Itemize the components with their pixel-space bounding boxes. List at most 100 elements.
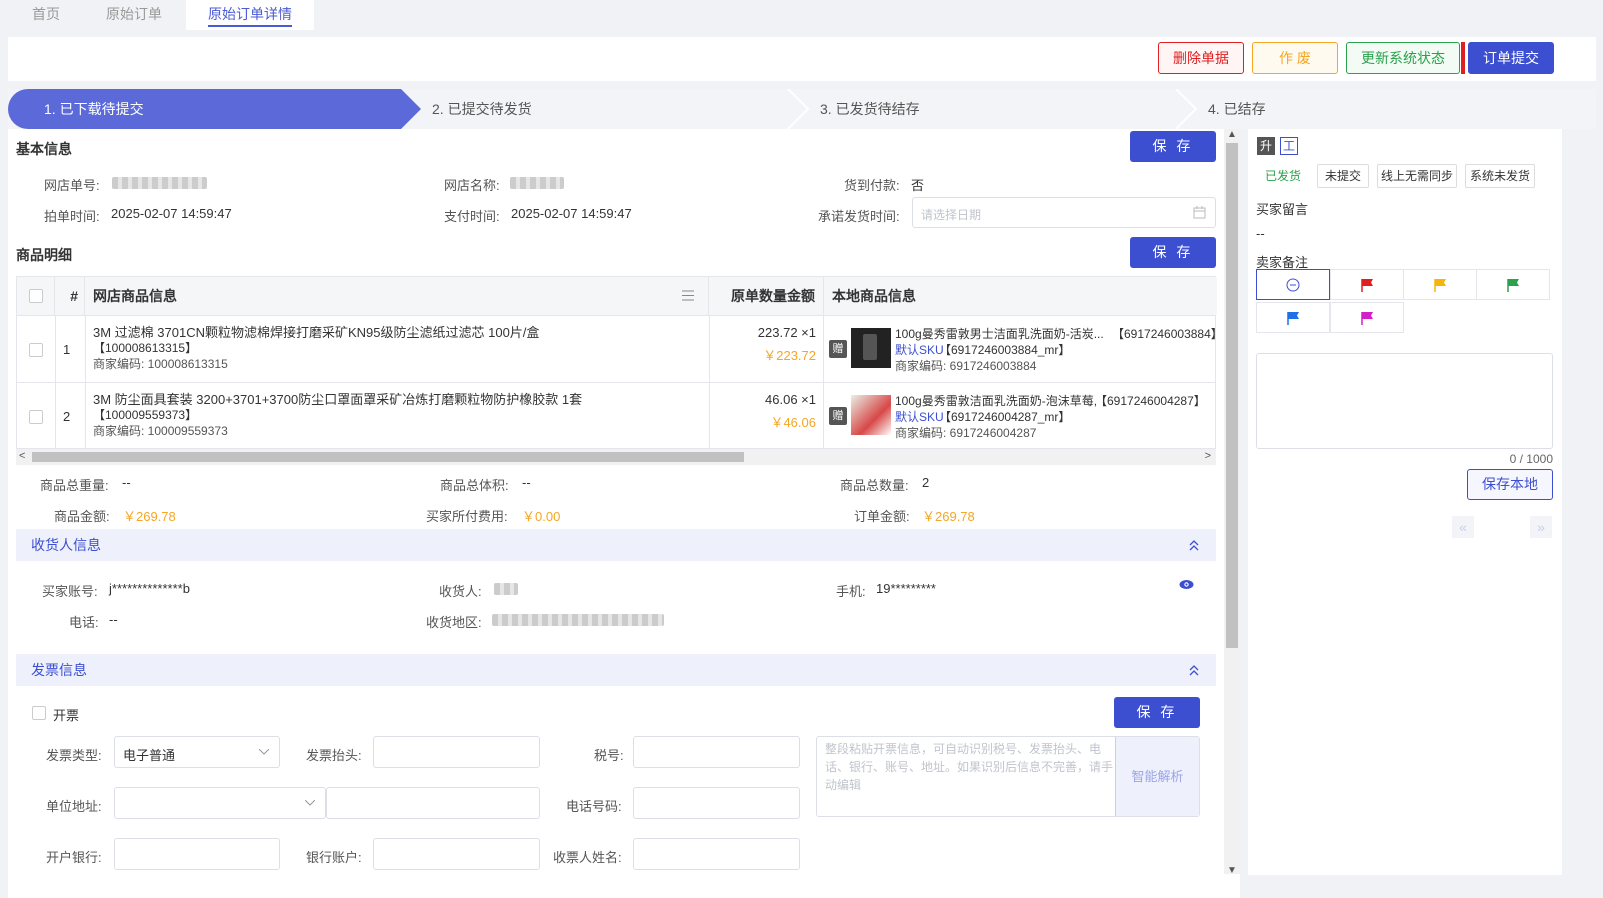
invoice-type-select[interactable]: 电子普通 bbox=[114, 736, 280, 768]
scroll-down-icon[interactable]: ▼ bbox=[1227, 865, 1237, 876]
invoice-type-value: 电子普通 bbox=[123, 748, 176, 763]
eye-icon[interactable] bbox=[1179, 579, 1194, 590]
cod-value: 否 bbox=[911, 178, 925, 193]
flag-purple-option[interactable] bbox=[1330, 302, 1404, 333]
scroll-right-icon[interactable]: > bbox=[1205, 450, 1211, 462]
collapse-icon[interactable] bbox=[1188, 539, 1200, 551]
local-product-name: 100g曼秀雷敦洁面乳洗面奶-泡沫草莓, bbox=[895, 394, 1098, 408]
update-status-button[interactable]: 更新系统状态 bbox=[1346, 42, 1460, 74]
delete-button[interactable]: 删除单据 bbox=[1158, 42, 1244, 74]
goods-title: 商品明细 bbox=[16, 247, 72, 263]
tel-label: 电话: bbox=[69, 615, 99, 630]
progress-steps: 1. 已下载待提交 2. 已提交待发货 3. 已发货待结存 4. 已结存 bbox=[8, 89, 1596, 129]
weight-label: 商品总重量: bbox=[40, 478, 109, 493]
flag-blue-option[interactable] bbox=[1256, 302, 1330, 333]
order-time-value: 2025-02-07 14:59:47 bbox=[111, 206, 232, 221]
submit-order-button[interactable]: 订单提交 bbox=[1468, 42, 1554, 74]
tax-label: 税号: bbox=[594, 748, 624, 763]
red-marker bbox=[1461, 42, 1465, 74]
product-thumbnail bbox=[851, 328, 891, 368]
select-all-checkbox[interactable] bbox=[29, 289, 43, 303]
volume-label: 商品总体积: bbox=[440, 478, 509, 493]
receiver-name-label: 收货人: bbox=[439, 584, 482, 599]
flag-red-option[interactable] bbox=[1330, 269, 1404, 300]
shop-order-value bbox=[112, 174, 207, 189]
sku-code: 【6917246003884_mr】 bbox=[939, 343, 1071, 357]
header-local-info: 本地商品信息 bbox=[824, 277, 1217, 315]
tab-home[interactable]: 首页 bbox=[32, 0, 60, 30]
bank-label: 开户银行: bbox=[46, 850, 102, 865]
pay-time-label: 支付时间: bbox=[444, 209, 500, 224]
invoice-save-button[interactable]: 保 存 bbox=[1114, 697, 1200, 728]
goods-amount-label: 商品金额: bbox=[54, 509, 110, 524]
hscroll-thumb[interactable] bbox=[32, 452, 744, 462]
prev-icon[interactable]: « bbox=[1452, 516, 1474, 538]
tab-bar: 首页 原始订单 原始订单详情 bbox=[0, 0, 1603, 30]
shop-name-label: 网店名称: bbox=[444, 178, 500, 193]
save-local-button[interactable]: 保存本地 bbox=[1467, 469, 1553, 500]
area-value bbox=[492, 611, 664, 626]
basic-save-button[interactable]: 保 存 bbox=[1130, 131, 1216, 162]
note-counter: 0 / 1000 bbox=[1509, 452, 1553, 466]
menu-icon[interactable] bbox=[682, 290, 694, 301]
table-row: 1 3M 过滤棉 3701CN颗粒物滤棉焊接打磨采矿KN95级防尘滤纸过滤芯 1… bbox=[17, 315, 1223, 383]
receiver-title: 收货人信息 bbox=[31, 537, 101, 553]
tab-raw-orders[interactable]: 原始订单 bbox=[106, 0, 162, 30]
sku-link[interactable]: 默认SKU bbox=[895, 341, 944, 358]
address-label: 单位地址: bbox=[46, 799, 102, 814]
invoice-phone-input[interactable] bbox=[633, 787, 800, 819]
next-icon[interactable]: » bbox=[1530, 516, 1552, 538]
chevron-down-icon bbox=[305, 800, 315, 806]
mode-b-button[interactable]: 工 bbox=[1280, 137, 1298, 155]
flag-none-option[interactable] bbox=[1256, 269, 1330, 300]
buyer-account-label: 买家账号: bbox=[42, 584, 98, 599]
address-input[interactable] bbox=[326, 787, 540, 819]
scroll-up-icon[interactable]: ▲ bbox=[1227, 129, 1237, 140]
basic-info-title: 基本信息 bbox=[16, 141, 72, 157]
order-amount-value: ￥269.78 bbox=[922, 509, 975, 524]
void-button[interactable]: 作 废 bbox=[1252, 42, 1338, 74]
bank-account-input[interactable] bbox=[373, 838, 540, 870]
tax-input[interactable] bbox=[633, 736, 800, 768]
status-tag-unsubmitted: 未提交 bbox=[1317, 164, 1369, 188]
tab-raw-order-detail[interactable]: 原始订单详情 bbox=[186, 0, 314, 30]
flag-yellow-option[interactable] bbox=[1403, 269, 1477, 300]
header-shop-info-label: 网店商品信息 bbox=[93, 288, 177, 304]
invoice-receiver-input[interactable] bbox=[633, 838, 800, 870]
vscroll-thumb[interactable] bbox=[1226, 143, 1238, 648]
address-region-select[interactable] bbox=[114, 787, 326, 819]
invoice-receiver-label: 收票人姓名: bbox=[553, 850, 622, 865]
smart-parse-button[interactable]: 智能解析 bbox=[1115, 737, 1199, 816]
invoice-title: 发票信息 bbox=[31, 662, 87, 678]
table-row: 2 3M 防尘面具套装 3200+3701+3700防尘口罩面罩采矿冶炼打磨颗粒… bbox=[17, 382, 1215, 450]
bank-account-label: 银行账户: bbox=[306, 850, 362, 865]
mode-a-button[interactable]: 升 bbox=[1257, 137, 1275, 155]
invoice-checkbox[interactable] bbox=[32, 706, 46, 720]
area-label: 收货地区: bbox=[426, 615, 482, 630]
step-2: 2. 已提交待发货 bbox=[432, 101, 532, 117]
row-checkbox[interactable] bbox=[29, 343, 43, 357]
seller-note-textarea[interactable] bbox=[1256, 353, 1553, 449]
table-hscrollbar[interactable]: < > bbox=[16, 449, 1216, 465]
step-1: 1. 已下载待提交 bbox=[44, 101, 144, 117]
promise-date-picker[interactable]: 请选择日期 bbox=[912, 197, 1216, 228]
receiver-section-header[interactable]: 收货人信息 bbox=[16, 529, 1216, 561]
goods-save-button[interactable]: 保 存 bbox=[1130, 237, 1216, 268]
bank-input[interactable] bbox=[114, 838, 280, 870]
blue-flag-icon bbox=[1287, 311, 1299, 325]
row-amount: ￥46.06 bbox=[770, 415, 816, 430]
row-checkbox[interactable] bbox=[29, 410, 43, 424]
tel-value: -- bbox=[109, 612, 118, 627]
red-flag-icon bbox=[1361, 278, 1373, 292]
collapse-icon[interactable] bbox=[1188, 664, 1200, 676]
invoice-section-header[interactable]: 发票信息 bbox=[16, 654, 1216, 686]
invoice-paste-textarea[interactable]: 整段粘贴开票信息，可自动识别税号、发票抬头、电话、银行、账号、地址。如果识别后信… bbox=[816, 736, 1200, 817]
no-flag-icon bbox=[1286, 278, 1300, 291]
flag-green-option[interactable] bbox=[1476, 269, 1550, 300]
scroll-left-icon[interactable]: < bbox=[19, 450, 25, 462]
invoice-header-input[interactable] bbox=[373, 736, 540, 768]
buyer-message-label: 买家留言 bbox=[1256, 202, 1309, 217]
sku-link[interactable]: 默认SKU bbox=[895, 408, 944, 425]
invoice-checkbox-label: 开票 bbox=[53, 708, 80, 723]
main-vscrollbar[interactable]: ▲ ▼ bbox=[1224, 129, 1240, 876]
